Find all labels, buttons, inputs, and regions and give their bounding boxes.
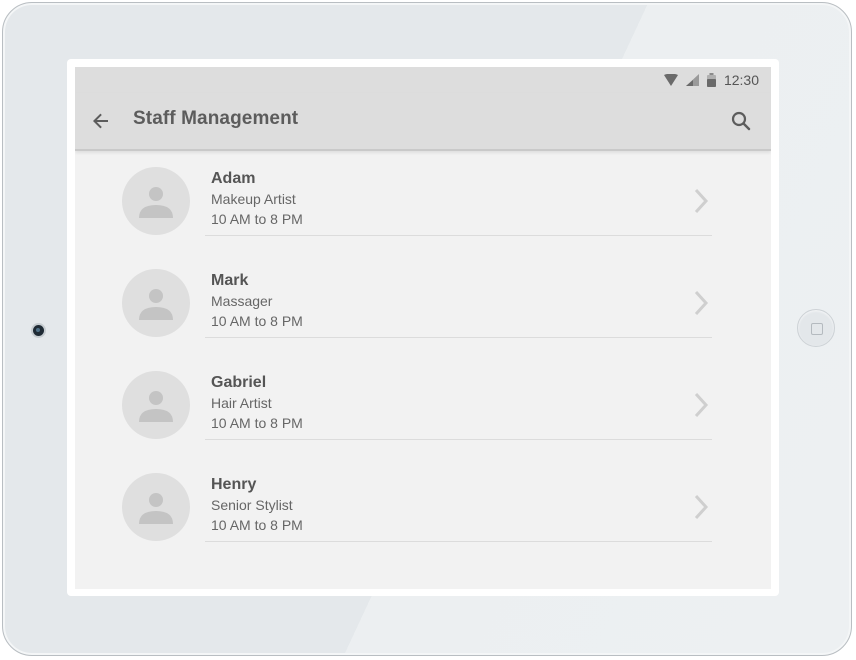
status-time: 12:30 xyxy=(723,72,759,88)
staff-hours: 10 AM to 8 PM xyxy=(211,313,303,329)
staff-info: Mark Massager 10 AM to 8 PM xyxy=(211,271,303,331)
chevron-right-icon xyxy=(693,290,709,321)
divider xyxy=(205,541,712,542)
search-button[interactable] xyxy=(729,109,753,133)
list-item[interactable]: Adam Makeup Artist 10 AM to 8 PM xyxy=(75,133,771,236)
list-item[interactable]: Henry Senior Stylist 10 AM to 8 PM xyxy=(75,439,771,542)
wifi-icon xyxy=(663,74,678,86)
staff-role: Makeup Artist xyxy=(211,191,296,207)
camera-icon xyxy=(33,325,44,336)
avatar xyxy=(122,473,190,541)
staff-list: Adam Makeup Artist 10 AM to 8 PM Mark Ma… xyxy=(75,133,771,542)
chevron-right-icon xyxy=(693,392,709,423)
staff-name: Mark xyxy=(211,272,249,289)
person-icon xyxy=(139,187,173,218)
person-icon xyxy=(139,493,173,524)
person-icon xyxy=(139,391,173,422)
person-icon xyxy=(139,289,173,320)
avatar xyxy=(122,371,190,439)
staff-hours: 10 AM to 8 PM xyxy=(211,415,303,431)
staff-role: Senior Stylist xyxy=(211,497,293,513)
chevron-right-icon xyxy=(693,494,709,525)
staff-name: Adam xyxy=(211,170,256,187)
list-item[interactable]: Gabriel Hair Artist 10 AM to 8 PM xyxy=(75,337,771,440)
staff-info: Gabriel Hair Artist 10 AM to 8 PM xyxy=(211,373,303,433)
back-button[interactable] xyxy=(89,109,113,133)
staff-hours: 10 AM to 8 PM xyxy=(211,517,303,533)
battery-icon xyxy=(706,73,716,87)
avatar xyxy=(122,167,190,235)
staff-role: Massager xyxy=(211,293,273,309)
chevron-right-icon xyxy=(693,188,709,219)
signal-icon xyxy=(685,74,699,86)
staff-role: Hair Artist xyxy=(211,395,272,411)
staff-info: Adam Makeup Artist 10 AM to 8 PM xyxy=(211,169,303,229)
status-icons: 12:30 xyxy=(663,72,759,88)
page-title: Staff Management xyxy=(133,108,299,129)
list-item[interactable]: Mark Massager 10 AM to 8 PM xyxy=(75,235,771,338)
avatar xyxy=(122,269,190,337)
app-screen: 12:30 Staff Management Adam Makeup Artis… xyxy=(75,67,771,589)
home-button[interactable] xyxy=(797,309,835,347)
staff-name: Gabriel xyxy=(211,374,267,391)
status-bar: 12:30 xyxy=(75,67,771,93)
staff-hours: 10 AM to 8 PM xyxy=(211,211,303,227)
staff-info: Henry Senior Stylist 10 AM to 8 PM xyxy=(211,475,303,535)
staff-name: Henry xyxy=(211,476,257,493)
